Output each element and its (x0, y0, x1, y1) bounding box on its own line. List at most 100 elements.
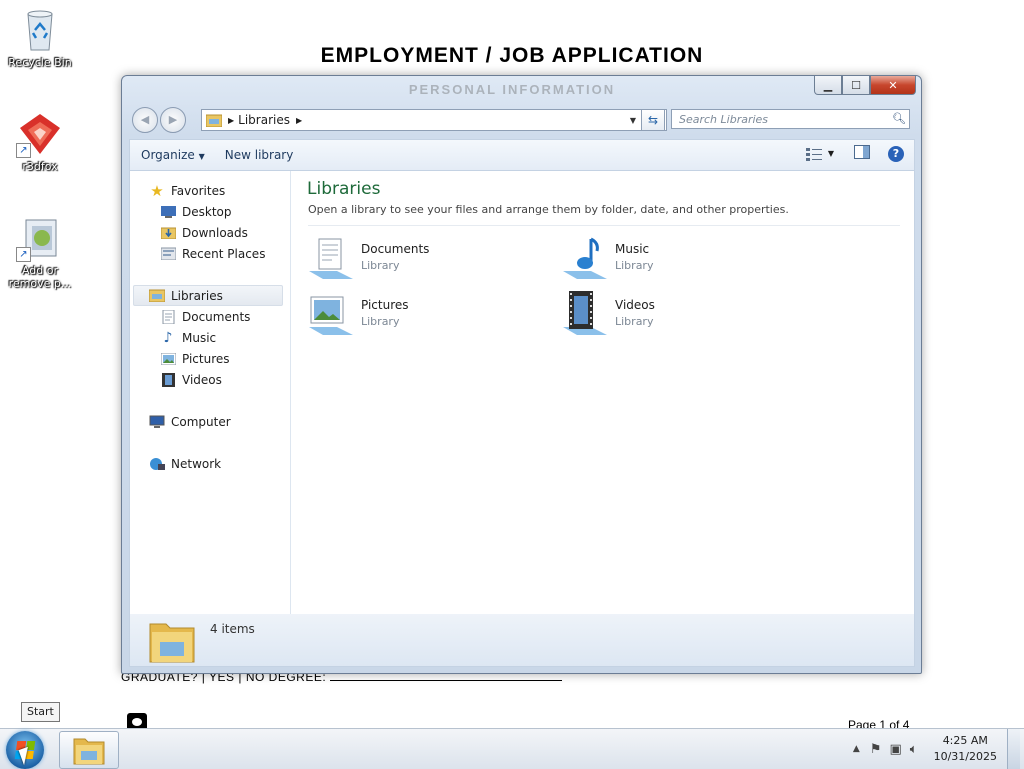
clock[interactable]: 4:25 AM 10/31/2025 (934, 733, 997, 765)
organize-button[interactable]: Organize ▼ (130, 148, 215, 162)
library-tile-videos[interactable]: Videos Library (561, 289, 801, 339)
tile-type: Library (615, 259, 654, 272)
tile-name: Pictures (361, 298, 409, 312)
explorer-window: ▁ ☐ ✕ ◀ ▶ ▶ Libraries ▶ ▼ ⇆ 🔍︎ Organize … (121, 75, 922, 674)
nav-label: Desktop (182, 204, 232, 219)
nav-label: Documents (182, 309, 251, 324)
documents-library-icon (307, 233, 355, 281)
chevron-down-icon: ▼ (198, 152, 205, 161)
tile-name: Videos (615, 298, 655, 312)
search-icon[interactable]: 🔍︎ (892, 112, 906, 125)
nav-computer[interactable]: Computer (149, 411, 231, 432)
nav-label: Videos (182, 372, 222, 387)
breadcrumb-libraries[interactable]: Libraries (238, 113, 290, 127)
nav-documents[interactable]: Documents (160, 306, 250, 327)
search-input[interactable] (671, 109, 910, 129)
clock-time: 4:25 AM (942, 734, 988, 747)
nav-favorites[interactable]: ★ Favorites (149, 180, 225, 201)
nav-label: Recent Places (182, 246, 266, 261)
downloads-folder-icon (160, 226, 176, 240)
content-title: Libraries (307, 179, 381, 199)
content-description: Open a library to see your files and arr… (308, 203, 789, 216)
network-icon (149, 457, 165, 471)
preview-pane-button[interactable] (854, 145, 870, 162)
breadcrumb-chevron-icon[interactable]: ▶ (228, 116, 234, 125)
library-tile-documents[interactable]: Documents Library (307, 233, 547, 283)
change-view-button[interactable]: ▼ (805, 147, 834, 161)
details-pane: 4 items (129, 614, 915, 667)
explorer-folder-icon (73, 738, 105, 765)
computer-icon (149, 415, 165, 429)
shortcut-arrow-icon: ↗ (16, 247, 31, 262)
tile-type: Library (615, 315, 654, 328)
clock-date: 10/31/2025 (933, 750, 997, 763)
tile-name: Music (615, 242, 650, 256)
taskbar-explorer-button[interactable] (59, 731, 119, 769)
nav-libraries[interactable]: Libraries (133, 285, 283, 306)
desktop-icon-label: Add or remove p... (8, 264, 72, 290)
add-remove-programs-icon: ↗ (16, 214, 64, 262)
libraries-icon (149, 289, 165, 303)
network-status-icon[interactable]: ▣ (889, 742, 901, 757)
item-count: 4 items (210, 622, 255, 636)
libraries-folder-icon (206, 113, 222, 127)
nav-music[interactable]: ♪ Music (160, 327, 217, 348)
nav-label: Favorites (171, 183, 226, 198)
tile-name: Documents (361, 242, 430, 256)
taskbar: ▲ ⚑ ▣ 🔈︎ 4:25 AM 10/31/2025 (0, 728, 1024, 769)
content-divider (308, 225, 900, 226)
nav-network[interactable]: Network (149, 453, 221, 474)
help-button[interactable]: ? (888, 145, 904, 162)
nav-label: Music (182, 330, 217, 345)
show-desktop-button[interactable] (1007, 729, 1020, 769)
desktop-icon-recycle-bin[interactable]: Recycle Bin (0, 6, 80, 69)
breadcrumb-chevron-icon[interactable]: ▶ (296, 116, 302, 125)
star-icon: ★ (150, 181, 164, 200)
nav-pictures[interactable]: Pictures (160, 348, 230, 369)
desktop-icon-label: r3dfox (22, 160, 58, 173)
refresh-button[interactable]: ⇆ (641, 109, 665, 131)
details-view-icon (805, 147, 822, 161)
document-section-heading: PERSONAL INFORMATION (408, 82, 616, 97)
forward-button[interactable]: ▶ (160, 107, 186, 133)
pictures-library-icon (307, 289, 355, 337)
back-button[interactable]: ◀ (132, 107, 158, 133)
library-tile-pictures[interactable]: Pictures Library (307, 289, 547, 339)
music-library-icon (561, 233, 609, 281)
recent-places-icon (160, 247, 176, 261)
system-tray: ▲ ⚑ ▣ 🔈︎ 4:25 AM 10/31/2025 (853, 729, 1020, 769)
show-hidden-icons-button[interactable]: ▲ (853, 744, 860, 754)
nav-label: Network (171, 456, 222, 471)
organize-label: Organize (141, 148, 195, 162)
chevron-down-icon: ▼ (827, 149, 834, 158)
action-center-flag-icon[interactable]: ⚑ (870, 742, 882, 757)
address-bar[interactable]: ▶ Libraries ▶ ▼ (201, 109, 667, 131)
shortcut-arrow-icon: ↗ (16, 143, 31, 158)
nav-label: Libraries (171, 288, 223, 303)
pictures-icon (160, 352, 176, 366)
new-library-button[interactable]: New library (215, 148, 304, 162)
r3dfox-icon: ↗ (16, 110, 64, 158)
document-title: EMPLOYMENT / JOB APPLICATION (320, 44, 704, 67)
navigation-bar: ◀ ▶ ▶ Libraries ▶ ▼ ⇆ 🔍︎ (130, 106, 915, 134)
command-bar: Organize ▼ New library ▼ ? (129, 139, 915, 170)
videos-icon (160, 372, 176, 387)
nav-desktop[interactable]: Desktop (160, 201, 232, 222)
library-tile-music[interactable]: Music Library (561, 233, 801, 283)
volume-icon[interactable]: 🔈︎ (910, 742, 918, 757)
nav-recent-places[interactable]: Recent Places (160, 243, 265, 264)
desktop-icon (160, 205, 176, 219)
desktop-icon-label: Recycle Bin (8, 56, 72, 69)
videos-library-icon (561, 289, 609, 337)
music-note-icon: ♪ (163, 329, 173, 346)
address-dropdown-icon[interactable]: ▼ (630, 116, 636, 125)
nav-videos[interactable]: Videos (160, 369, 222, 390)
libraries-large-icon (148, 618, 196, 667)
desktop-icon-r3dfox[interactable]: ↗ r3dfox (0, 110, 80, 173)
desktop-icon-add-remove-programs[interactable]: ↗ Add or remove p... (0, 214, 80, 290)
documents-icon (160, 309, 176, 324)
start-tooltip: Start (21, 702, 60, 722)
tile-type: Library (361, 259, 400, 272)
nav-downloads[interactable]: Downloads (160, 222, 248, 243)
nav-label: Pictures (182, 351, 230, 366)
